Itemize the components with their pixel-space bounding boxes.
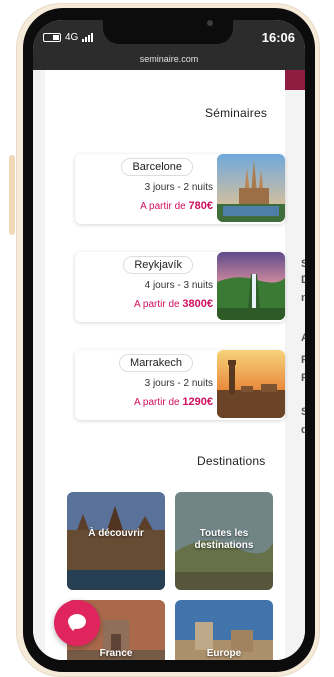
marrakech-image xyxy=(217,350,285,418)
dest-tile-europe[interactable]: Europe xyxy=(175,600,273,660)
seminar-card-marrakech[interactable]: Marrakech 3 jours - 2 nuits A partir de … xyxy=(75,350,285,420)
price-prefix: A partir de xyxy=(134,299,180,310)
price-text: A partir de 1290€ xyxy=(134,396,213,408)
dest-label-line: Europe xyxy=(206,648,242,659)
bg-letter: d xyxy=(301,424,305,436)
chat-button[interactable] xyxy=(54,600,100,646)
price-value: 780€ xyxy=(188,200,213,212)
bg-letter: P xyxy=(301,372,305,384)
duration-text: 4 jours - 3 nuits xyxy=(144,280,213,291)
status-time: 16:06 xyxy=(261,30,295,45)
bg-letter: S xyxy=(301,258,305,270)
phone-screen: 4G 16:06 seminaire.com S D n A P P S d S… xyxy=(33,20,305,660)
network-label: 4G xyxy=(65,32,79,43)
seminar-card-reykjavik[interactable]: Reykjavík 4 jours - 3 nuits A partir de … xyxy=(75,252,285,322)
discover-image xyxy=(67,492,165,590)
price-value: 3800€ xyxy=(182,298,213,310)
reykjavik-image xyxy=(217,252,285,320)
seminaires-title: Séminaires xyxy=(205,106,268,120)
dest-tile-all[interactable]: Toutes les destinations xyxy=(175,492,273,590)
price-text: A partir de 3800€ xyxy=(134,298,213,310)
status-icons: 4G xyxy=(43,32,94,43)
price-prefix: A partir de xyxy=(134,397,180,408)
camera-icon xyxy=(207,20,213,26)
battery-icon xyxy=(43,33,61,42)
duration-text: 3 jours - 2 nuits xyxy=(144,378,213,389)
bg-letter: D xyxy=(301,274,305,286)
seminar-card-barcelone[interactable]: Barcelone 3 jours - 2 nuits A partir de … xyxy=(75,154,285,224)
dest-tile-discover[interactable]: À découvrir xyxy=(67,492,165,590)
city-pill: Barcelone xyxy=(121,158,193,176)
price-prefix: A partir de xyxy=(140,201,186,212)
barcelona-image xyxy=(217,154,285,222)
destinations-title: Destinations xyxy=(197,454,266,468)
dest-label-line: À découvrir xyxy=(88,528,144,539)
status-bar: 4G 16:06 xyxy=(33,20,305,50)
side-button xyxy=(9,155,15,235)
dest-label: Toutes les destinations xyxy=(175,528,273,552)
dest-label: France xyxy=(67,648,165,660)
bg-letter: A xyxy=(301,332,305,344)
dest-label-line: Toutes les xyxy=(199,528,249,539)
notch xyxy=(103,20,233,44)
content-sheet: Séminaires Barcelone 3 jours - 2 nuits A… xyxy=(45,70,285,660)
url-bar[interactable]: seminaire.com xyxy=(33,50,305,70)
bg-letter: P xyxy=(301,354,305,366)
dest-label: À découvrir xyxy=(67,528,165,540)
price-value: 1290€ xyxy=(182,396,213,408)
price-text: A partir de 780€ xyxy=(140,200,213,212)
chat-icon-tail xyxy=(69,626,77,631)
city-pill: Reykjavík xyxy=(123,256,193,274)
dest-label-line: France xyxy=(99,648,133,659)
dest-label-line: destinations xyxy=(194,540,254,551)
duration-text: 3 jours - 2 nuits xyxy=(144,182,213,193)
bg-letter: n xyxy=(301,292,305,304)
city-pill: Marrakech xyxy=(119,354,193,372)
signal-icon xyxy=(82,33,94,42)
bg-letter: S xyxy=(301,406,305,418)
dest-label: Europe xyxy=(175,648,273,660)
